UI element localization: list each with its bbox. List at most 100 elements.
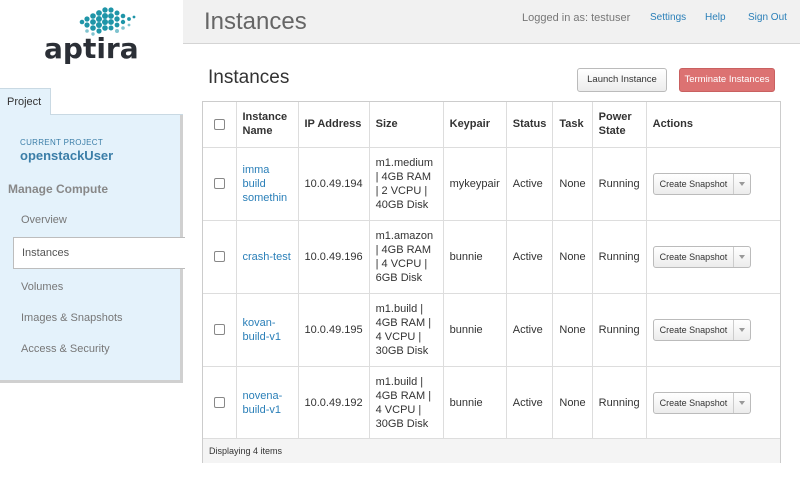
keypair-cell: bunnie (443, 220, 507, 294)
keypair-cell: bunnie (443, 293, 507, 367)
sidebar-item-volumes[interactable]: Volumes (21, 281, 63, 293)
instance-name-cell: imma build somethin (236, 147, 299, 221)
actions-dropdown-toggle[interactable] (734, 174, 750, 194)
sidebar: aptira Project CURRENT PROJECT openstack… (0, 0, 185, 482)
row-checkbox[interactable] (213, 324, 225, 336)
instance-name-link[interactable]: crash-test (243, 251, 291, 263)
col-instance-name[interactable]: Instance Name (236, 102, 299, 148)
keypair-cell: bunnie (443, 366, 507, 440)
select-all-checkbox[interactable] (213, 118, 225, 130)
snapshot-button-group: Create Snapshot (652, 245, 752, 268)
col-size[interactable]: Size (369, 102, 444, 148)
instance-name-link[interactable]: imma build somethin (243, 164, 288, 204)
size-cell: m1.build | 4GB RAM | 4 VCPU | 30GB Disk (369, 293, 444, 367)
row-select-cell (203, 366, 237, 440)
create-snapshot-button[interactable]: Create Snapshot (654, 173, 735, 194)
size-cell: m1.build | 4GB RAM | 4 VCPU | 30GB Disk (369, 366, 444, 440)
select-all-cell (203, 102, 237, 148)
actions-cell: Create Snapshot (646, 220, 780, 294)
table-row: imma build somethin 10.0.49.194 m1.mediu… (203, 147, 780, 221)
ip-address-cell: 10.0.49.195 (298, 293, 370, 367)
section-heading: Instances (208, 67, 290, 88)
row-checkbox[interactable] (213, 178, 225, 190)
instance-name-link[interactable]: novena-build-v1 (243, 390, 283, 416)
task-cell: None (552, 366, 593, 440)
size-cell: m1.medium | 4GB RAM | 2 VCPU | 40GB Disk (369, 147, 444, 221)
row-checkbox[interactable] (213, 397, 225, 409)
page-title: Instances (204, 8, 307, 35)
size-cell: m1.amazon | 4GB RAM | 4 VCPU | 6GB Disk (369, 220, 444, 294)
create-snapshot-button[interactable]: Create Snapshot (654, 246, 735, 267)
table-row: kovan-build-v1 10.0.49.195 m1.build | 4G… (203, 293, 780, 367)
sidebar-tab-bar: Project (0, 88, 183, 116)
actions-dropdown-toggle[interactable] (734, 247, 750, 267)
sign-out-link[interactable]: Sign Out (748, 12, 787, 23)
logo[interactable]: aptira (0, 0, 183, 88)
section-title: Manage Compute (8, 182, 109, 196)
row-select-cell (203, 293, 237, 367)
actions-dropdown-toggle[interactable] (734, 393, 750, 413)
table-footer: Displaying 4 items (203, 438, 780, 463)
launch-instance-button[interactable]: Launch Instance (577, 68, 667, 92)
sidebar-item-instances[interactable]: Instances (13, 237, 185, 269)
task-cell: None (552, 147, 593, 221)
sidebar-item-access-security[interactable]: Access & Security (21, 343, 110, 355)
current-project-name[interactable]: openstackUser (20, 148, 113, 163)
instances-table: Instance Name IP Address Size Keypair St… (202, 101, 781, 463)
table-header-row: Instance Name IP Address Size Keypair St… (203, 102, 780, 148)
terminate-instances-button[interactable]: Terminate Instances (679, 68, 775, 92)
actions-cell: Create Snapshot (646, 366, 780, 440)
caret-down-icon (739, 400, 746, 405)
col-keypair[interactable]: Keypair (443, 102, 507, 148)
caret-down-icon (739, 327, 746, 332)
power-state-cell: Running (592, 293, 647, 367)
power-state-cell: Running (592, 366, 647, 440)
snapshot-button-group: Create Snapshot (652, 172, 752, 195)
create-snapshot-button[interactable]: Create Snapshot (654, 392, 735, 413)
row-select-cell (203, 220, 237, 294)
row-select-cell (203, 147, 237, 221)
create-snapshot-button[interactable]: Create Snapshot (654, 319, 735, 340)
sidebar-panel: CURRENT PROJECT openstackUser Manage Com… (0, 115, 185, 383)
col-ip-address[interactable]: IP Address (298, 102, 370, 148)
instance-name-cell: crash-test (236, 220, 299, 294)
table-row: crash-test 10.0.49.196 m1.amazon | 4GB R… (203, 220, 780, 294)
col-actions: Actions (646, 102, 780, 148)
help-link[interactable]: Help (705, 12, 726, 23)
sidebar-item-images-snapshots[interactable]: Images & Snapshots (21, 312, 123, 324)
status-cell: Active (506, 147, 554, 221)
col-power-state[interactable]: Power State (592, 102, 647, 148)
actions-dropdown-toggle[interactable] (734, 320, 750, 340)
current-project-label: CURRENT PROJECT (20, 138, 104, 147)
caret-down-icon (739, 181, 746, 186)
top-header: Instances Logged in as: testuser Setting… (183, 0, 800, 44)
snapshot-button-group: Create Snapshot (652, 318, 752, 341)
task-cell: None (552, 220, 593, 294)
instance-name-link[interactable]: kovan-build-v1 (243, 317, 282, 343)
actions-cell: Create Snapshot (646, 147, 780, 221)
status-cell: Active (506, 293, 554, 367)
power-state-cell: Running (592, 220, 647, 294)
caret-down-icon (739, 254, 746, 259)
logged-in-user: Logged in as: testuser (522, 12, 631, 24)
status-cell: Active (506, 366, 554, 440)
logo-text: aptira (44, 32, 139, 65)
keypair-cell: mykeypair (443, 147, 507, 221)
status-cell: Active (506, 220, 554, 294)
power-state-cell: Running (592, 147, 647, 221)
table-row: novena-build-v1 10.0.49.192 m1.build | 4… (203, 366, 780, 440)
ip-address-cell: 10.0.49.196 (298, 220, 370, 294)
task-cell: None (552, 293, 593, 367)
instance-name-cell: novena-build-v1 (236, 366, 299, 440)
tab-project[interactable]: Project (0, 88, 51, 116)
ip-address-cell: 10.0.49.192 (298, 366, 370, 440)
col-task[interactable]: Task (552, 102, 593, 148)
col-status[interactable]: Status (506, 102, 554, 148)
snapshot-button-group: Create Snapshot (652, 391, 752, 414)
row-checkbox[interactable] (213, 251, 225, 263)
instance-name-cell: kovan-build-v1 (236, 293, 299, 367)
sidebar-item-overview[interactable]: Overview (21, 214, 67, 226)
settings-link[interactable]: Settings (650, 12, 686, 23)
ip-address-cell: 10.0.49.194 (298, 147, 370, 221)
actions-cell: Create Snapshot (646, 293, 780, 367)
